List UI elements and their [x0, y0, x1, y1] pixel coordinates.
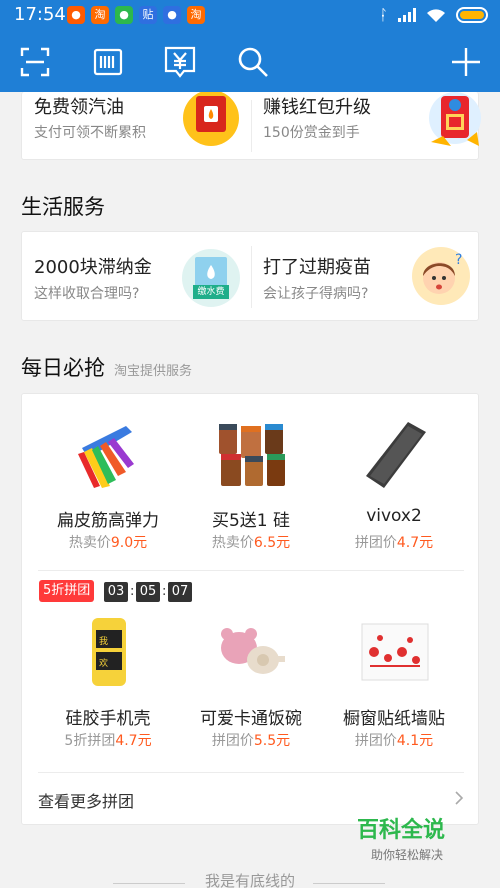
product-price: 热卖价9.0元: [68, 535, 148, 551]
divider: [38, 772, 464, 773]
bottom-line-text: 我是有底线的: [204, 872, 295, 888]
product-price: 拼团价4.1元: [354, 733, 434, 749]
status-bar: 17:54 ● 淘 ● 贴 ● 淘 ᛛ: [0, 0, 500, 32]
status-indicators: ᛛ: [379, 6, 488, 24]
divider: [38, 570, 464, 571]
scan-icon: [20, 47, 50, 77]
product-item[interactable]: 可爱卡通饭碗 拼团价5.5元: [175, 616, 327, 756]
confused-girl-icon: ?: [412, 247, 470, 305]
payment-code-icon: [164, 46, 196, 78]
promo-subtitle: 支付可领不断累积: [34, 125, 146, 141]
watermark-subtitle: 助你轻松解决: [371, 848, 444, 862]
product-name: 橱窗贴纸墙贴: [343, 709, 445, 729]
daily-deals-title: 每日必抢: [21, 356, 105, 380]
notification-icons: ● 淘 ● 贴 ● 淘: [67, 6, 205, 24]
promo-title: 免费领汽油: [34, 97, 124, 118]
wifi-icon: [427, 9, 445, 22]
product-price: 拼团价5.5元: [211, 733, 291, 749]
promo-red-packet[interactable]: 赚钱红包升级 150份赏金到手: [251, 92, 481, 159]
cartoon-bowl-product-image: [221, 628, 285, 674]
promo-subtitle: 150份赏金到手: [263, 125, 360, 141]
product-item[interactable]: 我 欢 硅胶手机壳 5折拼团4.7元: [32, 616, 184, 756]
scan-button[interactable]: [17, 44, 53, 80]
gas-can-icon: [183, 92, 239, 146]
top-toolbar: [0, 32, 500, 92]
promo-gasoline[interactable]: 免费领汽油 支付可领不断累积: [22, 92, 251, 159]
storage-jars-product-image: [219, 424, 285, 486]
product-price: 拼团价4.7元: [354, 535, 434, 551]
app-notification-icon: ●: [67, 6, 85, 24]
product-item[interactable]: 扁皮筋高弹力 热卖价9.0元: [32, 418, 184, 558]
promo-title: 赚钱红包升级: [263, 97, 371, 118]
svg-text:我: 我: [99, 636, 108, 647]
product-name: vivox2: [366, 506, 422, 526]
add-button[interactable]: [448, 44, 484, 80]
life-services-card: 2000块滞纳金 这样收取合理吗? 缴水费 打了过期疫苗 会让孩子得病吗? ?: [21, 231, 479, 321]
silicone-phone-case-product-image: 我 欢: [92, 618, 126, 686]
svg-text:欢: 欢: [99, 657, 108, 669]
service-title: 2000块滞纳金: [34, 257, 152, 278]
product-price: 5折拼团4.7元: [64, 733, 152, 749]
product-name: 硅胶手机壳: [65, 709, 151, 729]
water-bill-label: 缴水费: [193, 285, 229, 299]
search-icon: [238, 47, 268, 77]
service-title: 打了过期疫苗: [263, 257, 371, 278]
chevron-right-icon[interactable]: [454, 790, 464, 806]
product-price: 热卖价6.5元: [211, 535, 291, 551]
search-button[interactable]: [235, 44, 271, 80]
countdown-minutes: 05: [136, 582, 160, 602]
signal-icon: [398, 8, 416, 22]
daily-deals-note: 淘宝提供服务: [114, 364, 193, 379]
product-item[interactable]: vivox2 拼团价4.7元: [318, 418, 470, 558]
daily-deals-card: 扁皮筋高弹力 热卖价9.0元 买5送1 硅 热卖价6.5元 vivox2 拼团价…: [21, 393, 479, 825]
payment-code-button[interactable]: [162, 44, 198, 80]
phone-case-product-image: [366, 422, 426, 488]
app-notification-icon: ●: [163, 6, 181, 24]
plus-icon: [452, 48, 480, 76]
life-services-title: 生活服务: [21, 195, 105, 219]
barcode-button[interactable]: [90, 44, 126, 80]
red-packet-icon: [429, 92, 481, 146]
app-notification-icon: 贴: [139, 6, 157, 24]
water-bill-icon: 缴水费: [182, 249, 240, 307]
rubber-band-product-image: [78, 426, 134, 488]
baike-watermark: 百科全说 助你轻松解决: [357, 812, 445, 863]
service-subtitle: 这样收取合理吗?: [34, 286, 140, 302]
bluetooth-icon: ᛛ: [378, 6, 388, 24]
status-time: 17:54: [14, 4, 66, 25]
product-name: 扁皮筋高弹力: [57, 511, 159, 531]
svg-text:?: ?: [455, 252, 462, 268]
service-subtitle: 会让孩子得病吗?: [263, 286, 369, 302]
watermark-title: 百科全说: [357, 818, 446, 843]
group-buy-badge: 5折拼团: [39, 580, 95, 602]
countdown-separator: :: [162, 584, 167, 599]
app-notification-icon: 淘: [91, 6, 109, 24]
product-item[interactable]: 橱窗贴纸墙贴 拼团价4.1元: [318, 616, 470, 756]
app-notification-icon: 淘: [187, 6, 205, 24]
more-group-buy-link[interactable]: 查看更多拼团: [38, 788, 134, 812]
promo-card: 免费领汽油 支付可领不断累积 赚钱红包升级 150份赏金到手: [21, 92, 481, 160]
service-vaccine[interactable]: 打了过期疫苗 会让孩子得病吗? ?: [251, 232, 480, 320]
service-late-fee[interactable]: 2000块滞纳金 这样收取合理吗? 缴水费: [22, 232, 251, 320]
countdown-separator: :: [130, 584, 135, 599]
product-name: 可爱卡通饭碗: [200, 709, 302, 729]
product-name: 买5送1 硅: [211, 511, 291, 531]
countdown-seconds: 07: [168, 582, 192, 602]
barcode-icon: [93, 48, 123, 76]
battery-icon: [456, 7, 488, 23]
product-item[interactable]: 买5送1 硅 热卖价6.5元: [175, 418, 327, 558]
app-notification-icon: ●: [115, 6, 133, 24]
countdown-hours: 03: [104, 582, 128, 602]
window-sticker-product-image: [361, 623, 429, 681]
